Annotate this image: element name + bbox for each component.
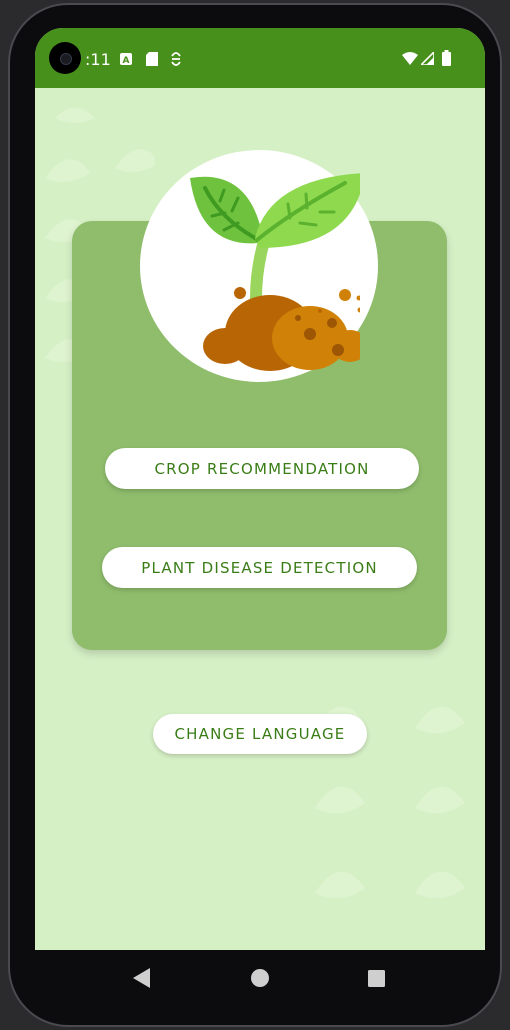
- sync-icon: [171, 52, 181, 66]
- cellular-icon: [421, 52, 434, 65]
- plant-disease-detection-label: PLANT DISEASE DETECTION: [141, 558, 378, 577]
- svg-text:A: A: [123, 56, 130, 65]
- home-icon[interactable]: [251, 969, 269, 987]
- back-icon[interactable]: [133, 968, 151, 988]
- battery-icon: [442, 50, 451, 66]
- status-time: :11: [85, 50, 111, 69]
- front-camera: [49, 42, 81, 74]
- navigation-bar: [35, 950, 485, 1006]
- wifi-icon: [402, 52, 418, 65]
- crop-recommendation-button[interactable]: CROP RECOMMENDATION: [105, 448, 419, 489]
- change-language-label: CHANGE LANGUAGE: [174, 725, 346, 743]
- status-bar: :11 A: [35, 28, 485, 88]
- sd-card-icon: [146, 52, 158, 66]
- recents-icon[interactable]: [368, 970, 385, 987]
- app-screen: :11 A CROP RECOMMENDATION PLANT DISEASE …: [35, 28, 485, 950]
- plant-disease-detection-button[interactable]: PLANT DISEASE DETECTION: [102, 547, 417, 588]
- crop-recommendation-label: CROP RECOMMENDATION: [154, 459, 370, 478]
- change-language-button[interactable]: CHANGE LANGUAGE: [153, 714, 367, 754]
- a-icon: A: [120, 53, 132, 65]
- sprout-logo-icon: [190, 173, 360, 371]
